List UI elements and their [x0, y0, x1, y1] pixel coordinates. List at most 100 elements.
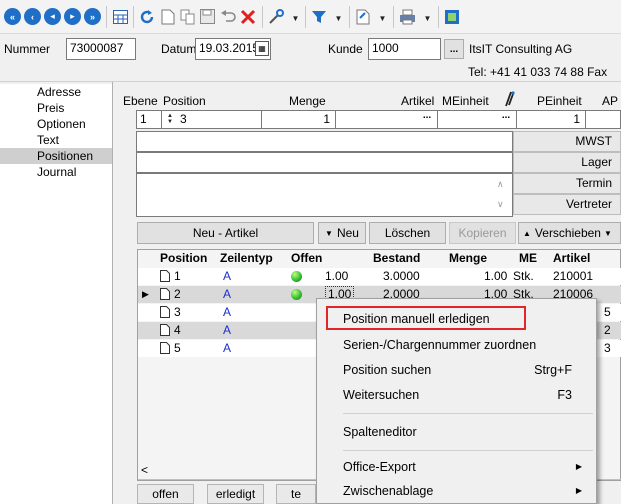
document-icon[interactable] — [353, 7, 372, 26]
nummer-field[interactable]: 73000087 — [66, 38, 136, 60]
tab-te[interactable]: te — [276, 484, 316, 504]
menu-item-serien-chargennummer[interactable]: Serien-/Chargennummer zuordnen — [317, 333, 596, 357]
previous-page-icon[interactable]: ‹ — [24, 8, 41, 25]
grid-header-zeilentyp[interactable]: Zeilentyp — [220, 251, 273, 265]
print-dropdown-icon[interactable]: ▼ — [418, 9, 437, 28]
position-spinner-icon[interactable]: ▲ ▼ — [165, 113, 175, 126]
menu-item-position-suchen[interactable]: Position suchen Strg+F — [317, 358, 596, 382]
artikel-lookup-button[interactable]: ... — [418, 111, 436, 126]
kunde-label: Kunde — [328, 42, 363, 56]
table-row[interactable]: 1 A 1.00 3.0000 1.00 Stk. 210001 — [138, 268, 621, 285]
menu-item-spalteneditor[interactable]: Spalteneditor — [317, 420, 596, 444]
tab-erledigt[interactable]: erledigt — [207, 484, 264, 504]
peinheit-field[interactable]: 1 — [516, 110, 586, 129]
document-dropdown-icon[interactable]: ▼ — [373, 9, 392, 28]
sidebar-item-journal[interactable]: Journal — [0, 164, 112, 180]
delete-icon[interactable] — [238, 7, 257, 26]
save-icon[interactable] — [198, 7, 217, 26]
verschieben-button[interactable]: ▲ Verschieben ▼ — [518, 222, 621, 244]
grid-header-position[interactable]: Position — [160, 251, 207, 265]
undo-icon[interactable] — [218, 7, 237, 26]
row-position: 2 — [174, 287, 181, 301]
row-menge: 1.00 — [484, 269, 508, 283]
sidebar-item-optionen[interactable]: Optionen — [0, 116, 112, 132]
row-doc-icon — [160, 304, 170, 321]
grid-header-me[interactable]: ME — [519, 251, 537, 265]
row-zeilentyp: A — [223, 287, 232, 301]
calendar-icon[interactable]: ▦ — [255, 41, 269, 56]
last-record-icon[interactable]: » — [84, 8, 101, 25]
menu-item-zwischenablage[interactable]: Zwischenablage ▶ — [317, 479, 596, 503]
grid-header-artikel[interactable]: Artikel — [553, 251, 590, 265]
grid-header-bestand[interactable]: Bestand — [373, 251, 420, 265]
description-field-2[interactable] — [136, 152, 513, 173]
scroll-left-button[interactable]: < — [141, 463, 148, 477]
menu-item-label: Zwischenablage — [343, 484, 434, 498]
row-position: 5 — [174, 341, 181, 355]
description-field-1[interactable] — [136, 131, 513, 152]
toolbar-separator — [305, 6, 306, 28]
refresh-icon[interactable] — [137, 7, 156, 26]
next-record-icon[interactable]: ▸ — [64, 8, 81, 25]
kunde-field[interactable]: 1000 — [368, 38, 441, 60]
sidebar-item-text[interactable]: Text — [0, 132, 112, 148]
previous-record-icon[interactable]: ◂ — [44, 8, 61, 25]
tab-offen[interactable]: offen — [137, 484, 194, 504]
neu-button[interactable]: ▼ Neu — [318, 222, 366, 244]
grid-header-offen[interactable]: Offen — [291, 251, 322, 265]
menu-item-office-export[interactable]: Office-Export ▶ — [317, 455, 596, 479]
row-position: 1 — [174, 269, 181, 283]
artikel-header: Artikel — [401, 94, 435, 108]
menu-separator — [343, 413, 593, 414]
first-record-icon[interactable]: « — [4, 8, 21, 25]
grid-header-menge[interactable]: Menge — [449, 251, 487, 265]
neu-artikel-label: Neu - Artikel — [192, 226, 259, 240]
export-icon[interactable] — [442, 7, 461, 26]
ebene-field[interactable]: 1 — [136, 110, 162, 129]
new-document-icon[interactable] — [158, 7, 177, 26]
filter-dropdown-icon[interactable]: ▼ — [329, 9, 348, 28]
ap-header: AP — [602, 94, 619, 108]
loeschen-button[interactable]: Löschen — [369, 222, 446, 244]
unit-info-icon[interactable] — [504, 91, 516, 107]
verschieben-dropdown-icon: ▼ — [603, 228, 612, 238]
menu-item-shortcut: F3 — [557, 388, 572, 402]
ap-field[interactable] — [585, 110, 621, 129]
side-navigation: Adresse Preis Optionen Text Positionen J… — [0, 84, 112, 504]
sidebar-item-adresse[interactable]: Adresse — [0, 84, 112, 100]
row-position: 4 — [174, 323, 181, 337]
tools-icon[interactable] — [266, 7, 285, 26]
status-open-icon — [291, 271, 302, 282]
sidebar-item-preis[interactable]: Preis — [0, 100, 112, 116]
menge-header: Menge — [289, 94, 326, 108]
neu-label: Neu — [336, 226, 359, 240]
text-field[interactable] — [136, 173, 513, 217]
scroll-up-icon[interactable]: ∧ — [497, 179, 504, 190]
menu-separator — [343, 450, 593, 451]
row-zeilentyp: A — [223, 305, 232, 319]
meinheit-header: MEinheit — [442, 94, 489, 108]
row-offen: 1.00 — [325, 269, 349, 283]
position-field[interactable]: 3 — [161, 110, 262, 129]
meinheit-lookup-button[interactable]: ... — [497, 111, 515, 126]
menu-item-weitersuchen[interactable]: Weitersuchen F3 — [317, 383, 596, 407]
copy-icon[interactable] — [178, 7, 197, 26]
kopieren-button[interactable]: Kopieren — [449, 222, 516, 244]
filter-icon[interactable] — [309, 7, 328, 26]
scroll-down-icon[interactable]: ∨ — [497, 199, 504, 210]
menu-item-label: Spalteneditor — [343, 425, 417, 439]
nummer-label: Nummer — [4, 42, 51, 56]
menge-field[interactable]: 1 — [261, 110, 336, 129]
row-doc-icon — [160, 268, 170, 285]
tools-dropdown-icon[interactable]: ▼ — [286, 9, 305, 28]
sidebar-item-positionen[interactable]: Positionen — [0, 148, 112, 164]
row-me: Stk. — [513, 269, 534, 283]
row-artikel: 3 — [604, 341, 611, 355]
print-icon[interactable] — [398, 7, 417, 26]
kopieren-label: Kopieren — [458, 226, 507, 240]
grid-view-icon[interactable] — [111, 7, 130, 26]
kunde-lookup-button[interactable]: ... — [444, 39, 464, 59]
submenu-arrow-icon: ▶ — [575, 486, 582, 495]
status-open-icon — [291, 289, 302, 300]
neu-artikel-button[interactable]: Neu - Artikel — [137, 222, 314, 244]
